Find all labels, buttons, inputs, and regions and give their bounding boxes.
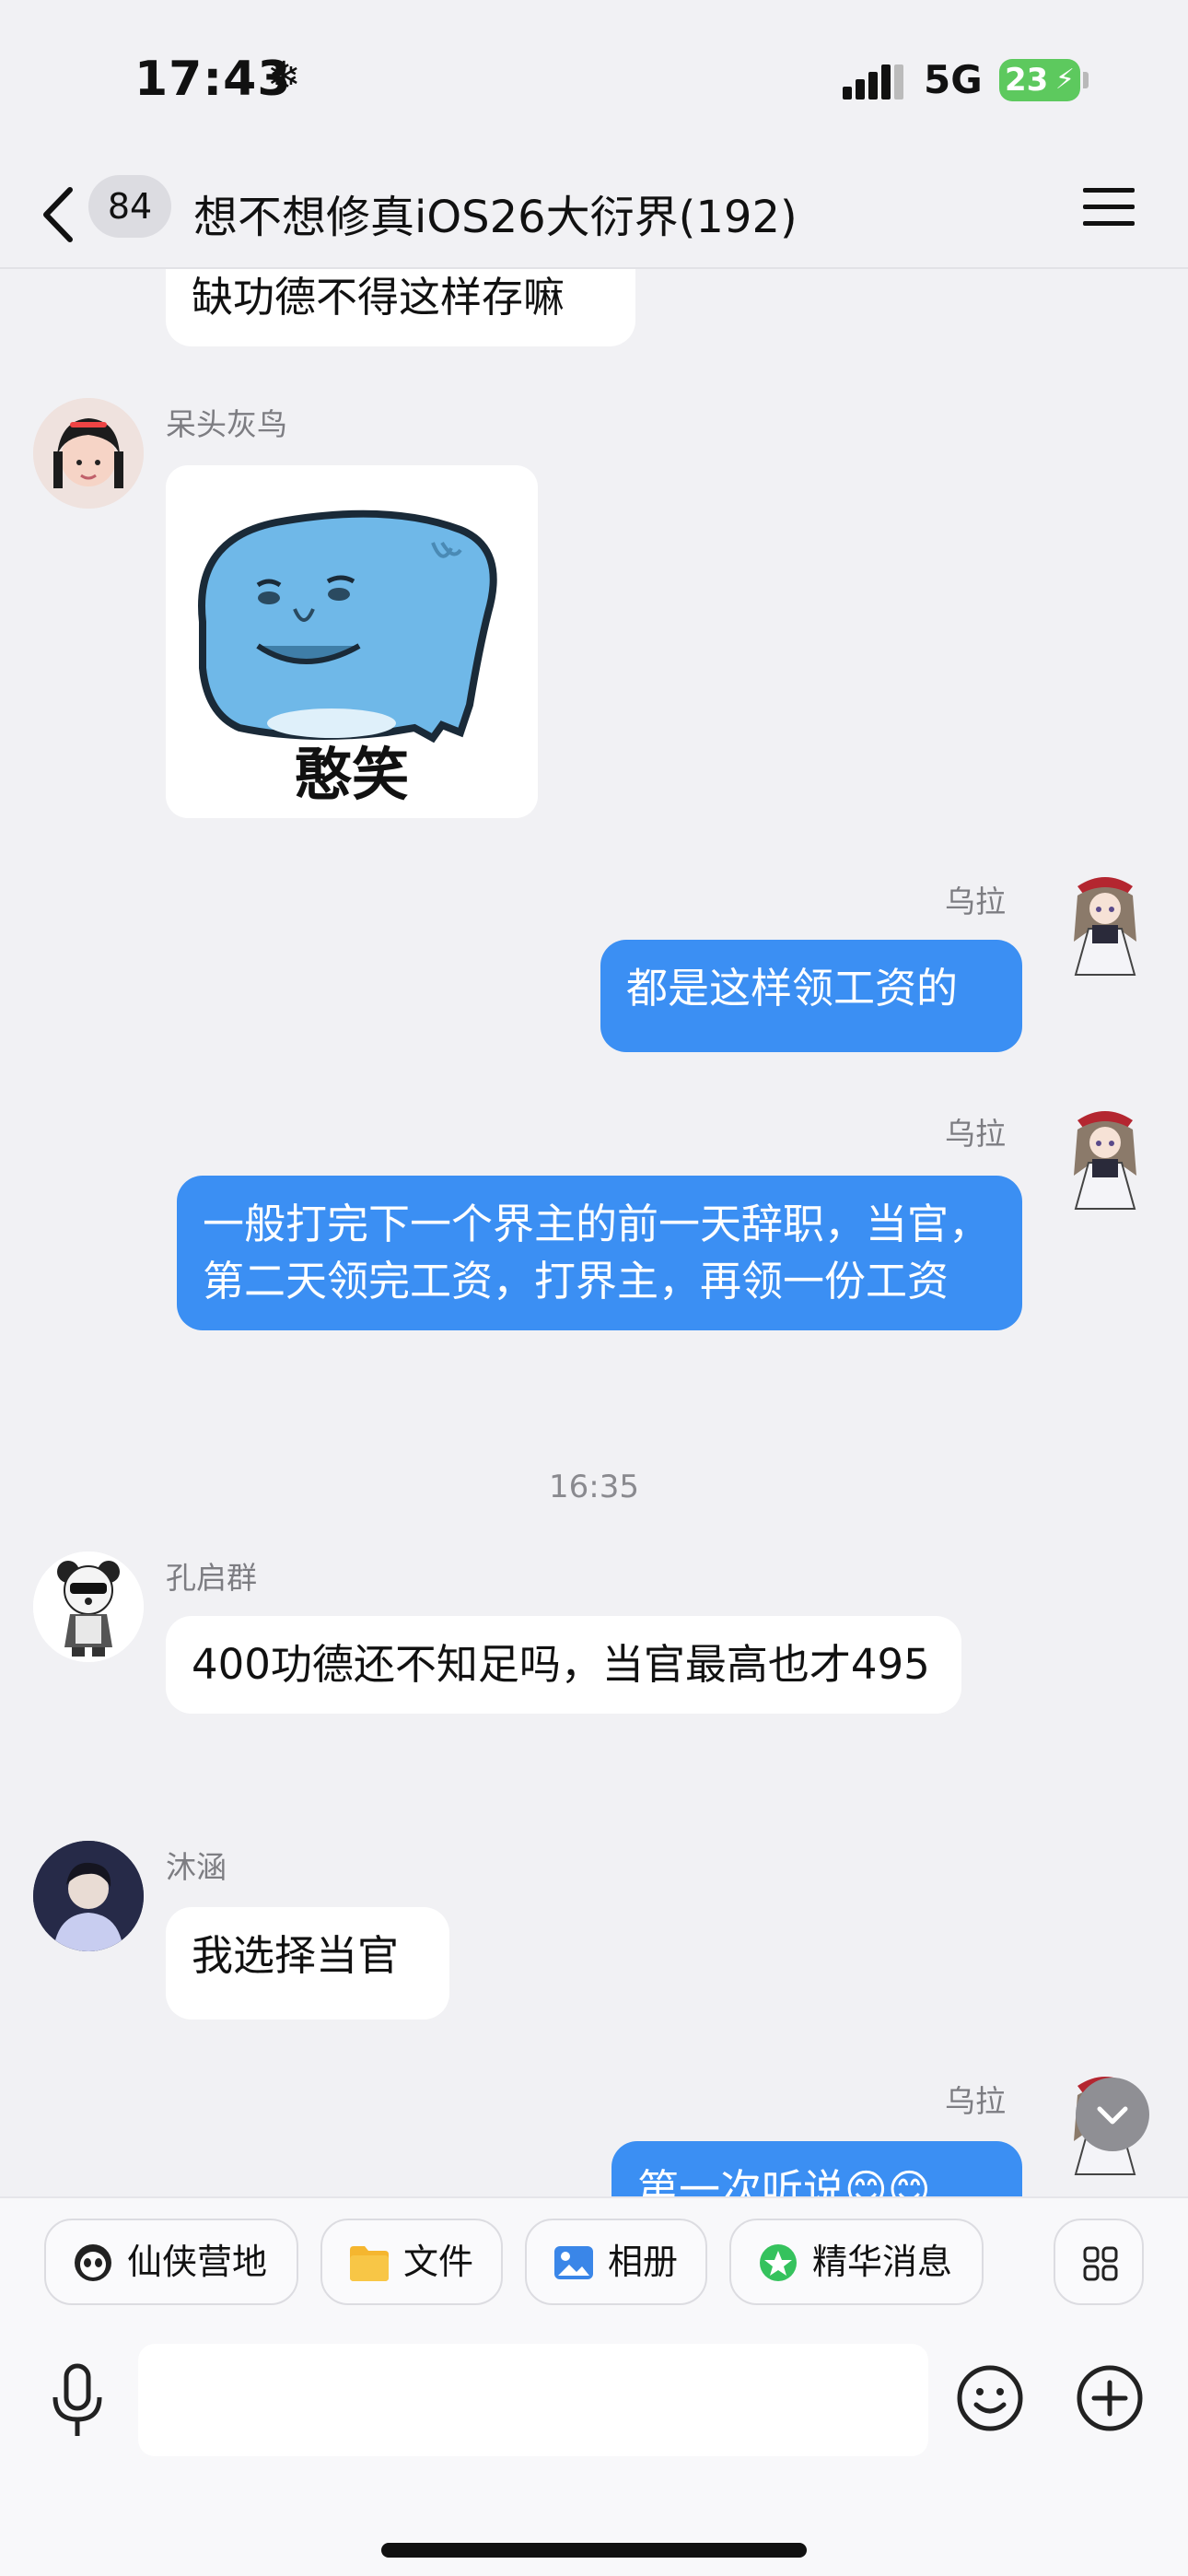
status-bar: 17:43 ❄ 5G 23 ⚡ bbox=[0, 0, 1188, 162]
sticker-caption: 憨笑 bbox=[294, 741, 409, 808]
avatar[interactable] bbox=[1050, 868, 1160, 978]
chip-label: 仙侠营地 bbox=[127, 2242, 268, 2282]
network-type: 5G bbox=[924, 57, 983, 102]
photo-icon bbox=[554, 2246, 593, 2279]
message-list[interactable]: 缺功德不得这样存嘛 呆头灰鸟 憨笑 乌拉 都是这样领工资的 乌拉 一般打完下一个… bbox=[0, 269, 1188, 2196]
avatar[interactable] bbox=[33, 398, 144, 509]
battery-level: 23 bbox=[1005, 62, 1049, 99]
sender-name: 乌拉 bbox=[945, 1116, 1006, 1152]
unread-count-badge[interactable]: 84 bbox=[88, 175, 171, 238]
chip-label: 相册 bbox=[608, 2242, 679, 2282]
sticker-image[interactable]: 憨笑 bbox=[166, 465, 538, 818]
message-bubble[interactable]: 都是这样领工资的 bbox=[600, 940, 1022, 1052]
quick-app-chip[interactable]: 仙侠营地 bbox=[44, 2219, 298, 2305]
avatar[interactable] bbox=[33, 1551, 144, 1662]
avatar[interactable] bbox=[33, 1841, 144, 1951]
boy-avatar-icon bbox=[33, 1841, 144, 1951]
more-apps-button[interactable] bbox=[1054, 2219, 1144, 2305]
microphone-icon[interactable] bbox=[48, 2362, 107, 2440]
panda-avatar-icon bbox=[33, 1551, 144, 1662]
sender-name: 乌拉 bbox=[945, 2083, 1006, 2119]
back-chevron-icon[interactable] bbox=[39, 182, 79, 247]
chevron-down-icon bbox=[1097, 2106, 1128, 2125]
avatar[interactable] bbox=[1050, 1102, 1160, 1212]
message-bubble[interactable]: 第一次听说😊😊 bbox=[611, 2141, 1022, 2196]
message-bubble[interactable]: 我选择当官 bbox=[166, 1907, 449, 2020]
battery-indicator: 23 ⚡ bbox=[999, 59, 1080, 101]
message-bubble[interactable]: 缺功德不得这样存嘛 bbox=[166, 269, 635, 346]
chat-title[interactable]: 想不想修真iOS26大衍界(192) bbox=[193, 181, 798, 245]
sender-name: 沐涵 bbox=[166, 1849, 227, 1885]
message-bubble[interactable]: 400功德还不知足吗，当官最高也才495 bbox=[166, 1616, 961, 1714]
quick-app-chip[interactable]: 相册 bbox=[525, 2219, 707, 2305]
folder-icon bbox=[350, 2246, 389, 2281]
snowflake-icon: ❄ bbox=[267, 53, 301, 100]
home-indicator[interactable] bbox=[381, 2543, 807, 2558]
input-panel: 仙侠营地 文件 相册 精华消息 bbox=[0, 2196, 1188, 2576]
message-timestamp: 16:35 bbox=[549, 1469, 639, 1505]
sender-name: 乌拉 bbox=[945, 884, 1006, 919]
charging-bolt-icon: ⚡ bbox=[1054, 64, 1075, 96]
message-bubble[interactable]: 一般打完下一个界主的前一天辞职，当官，第二天领完工资，打界主，再领一份工资 bbox=[177, 1176, 1022, 1330]
cellular-signal-icon bbox=[843, 64, 903, 100]
girl-avatar-icon bbox=[33, 398, 144, 509]
panda-app-icon bbox=[75, 2244, 111, 2281]
message-input[interactable] bbox=[138, 2344, 928, 2456]
battery-cap bbox=[1083, 72, 1089, 88]
star-badge-icon bbox=[760, 2244, 797, 2281]
anime-girl-avatar-icon bbox=[1074, 877, 1136, 976]
menu-icon[interactable] bbox=[1083, 186, 1135, 228]
chip-label: 精华消息 bbox=[812, 2242, 953, 2282]
emoji-icon[interactable] bbox=[954, 2362, 1026, 2434]
sender-name: 呆头灰鸟 bbox=[166, 406, 287, 442]
sender-name: 孔启群 bbox=[166, 1560, 257, 1596]
anime-girl-avatar-icon bbox=[1074, 1111, 1136, 1210]
quick-app-chip[interactable]: 精华消息 bbox=[729, 2219, 984, 2305]
grid-icon bbox=[1083, 2246, 1118, 2281]
quick-app-chip[interactable]: 文件 bbox=[320, 2219, 503, 2305]
chat-header: 84 想不想修真iOS26大衍界(192) bbox=[0, 162, 1188, 269]
scroll-to-bottom-button[interactable] bbox=[1076, 2078, 1149, 2151]
chip-label: 文件 bbox=[403, 2242, 474, 2282]
plus-icon[interactable] bbox=[1074, 2362, 1146, 2434]
